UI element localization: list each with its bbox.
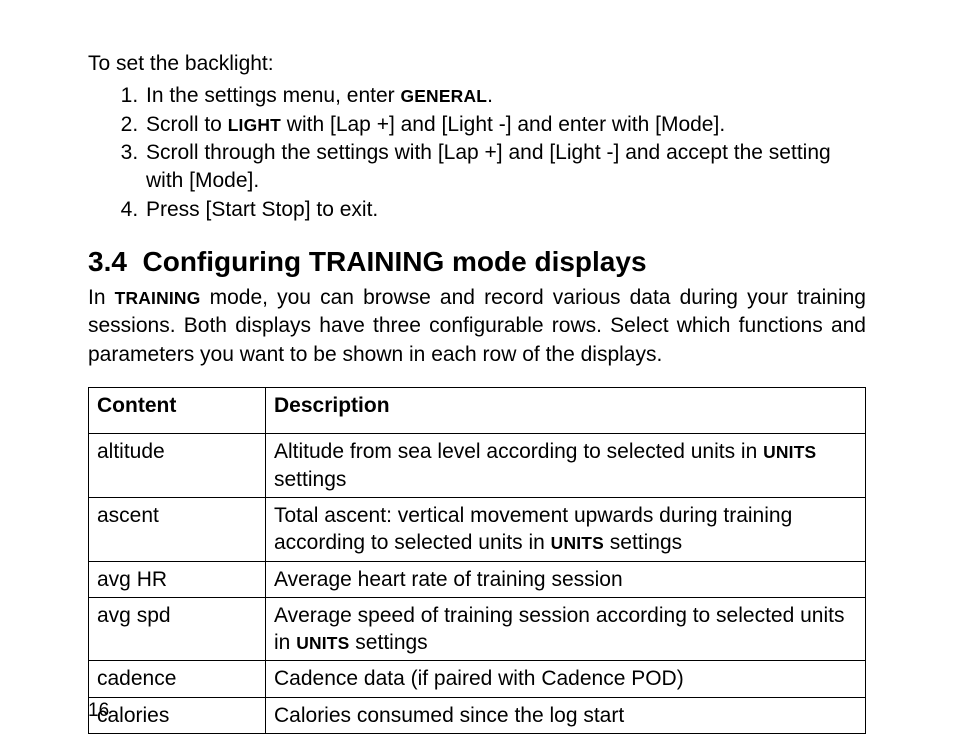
desc-text: Calories consumed since the log start xyxy=(274,704,624,727)
intro-sc: TRAINING xyxy=(115,288,201,308)
cell-content: avg HR xyxy=(89,561,266,597)
section-heading: 3.4 Configuring TRAINING mode displays xyxy=(88,246,866,278)
step-3: Scroll through the settings with [Lap +]… xyxy=(144,139,866,196)
intro-pre: In xyxy=(88,286,115,309)
content-table: Content Description altitude Altitude fr… xyxy=(88,387,866,734)
table-header-row: Content Description xyxy=(89,388,866,434)
cell-content: ascent xyxy=(89,497,266,561)
table-row: altitude Altitude from sea level accordi… xyxy=(89,434,866,498)
intro-post: mode, you can browse and record various … xyxy=(88,286,866,366)
desc-text: Cadence data (if paired with Cadence POD… xyxy=(274,667,684,690)
step-4-pre: Press [Start Stop] to exit. xyxy=(146,198,378,221)
step-1-pre: In the settings menu, enter xyxy=(146,84,400,107)
table-row: cadence Cadence data (if paired with Cad… xyxy=(89,661,866,697)
table-row: ascent Total ascent: vertical movement u… xyxy=(89,497,866,561)
table-body: altitude Altitude from sea level accordi… xyxy=(89,434,866,734)
desc-sc: UNITS xyxy=(551,533,604,553)
desc-sc: UNITS xyxy=(763,442,816,462)
section-title: Configuring TRAINING mode displays xyxy=(143,246,647,277)
desc-text-2: settings xyxy=(604,531,682,554)
step-1: In the settings menu, enter GENERAL. xyxy=(144,82,866,110)
cell-description: Altitude from sea level according to sel… xyxy=(266,434,866,498)
section-number: 3.4 xyxy=(88,246,127,277)
header-content: Content xyxy=(89,388,266,434)
desc-text-2: settings xyxy=(274,468,346,491)
page-number: 16 xyxy=(88,700,109,722)
table-row: avg spd Average speed of training sessio… xyxy=(89,597,866,661)
desc-text-2: settings xyxy=(349,631,427,654)
header-description: Description xyxy=(266,388,866,434)
desc-text: Altitude from sea level according to sel… xyxy=(274,440,763,463)
cell-content: altitude xyxy=(89,434,266,498)
desc-text: Total ascent: vertical movement upwards … xyxy=(274,504,792,554)
cell-content: calories xyxy=(89,697,266,733)
step-2-post: with [Lap +] and [Light -] and enter wit… xyxy=(281,113,725,136)
step-2: Scroll to LIGHT with [Lap +] and [Light … xyxy=(144,111,866,139)
section-intro: In TRAINING mode, you can browse and rec… xyxy=(88,284,866,369)
step-2-sc: LIGHT xyxy=(228,115,281,135)
cell-description: Average speed of training session accord… xyxy=(266,597,866,661)
table-row: avg HR Average heart rate of training se… xyxy=(89,561,866,597)
desc-text: Average heart rate of training session xyxy=(274,568,623,591)
backlight-lead: To set the backlight: xyxy=(88,50,866,78)
table-row: calories Calories consumed since the log… xyxy=(89,697,866,733)
page: To set the backlight: In the settings me… xyxy=(0,0,954,756)
cell-content: cadence xyxy=(89,661,266,697)
step-3-pre: Scroll through the settings with [Lap +]… xyxy=(146,141,831,192)
step-1-sc: GENERAL xyxy=(400,86,487,106)
cell-description: Calories consumed since the log start xyxy=(266,697,866,733)
step-1-post: . xyxy=(487,84,493,107)
cell-description: Total ascent: vertical movement upwards … xyxy=(266,497,866,561)
cell-content: avg spd xyxy=(89,597,266,661)
step-4: Press [Start Stop] to exit. xyxy=(144,196,866,224)
cell-description: Cadence data (if paired with Cadence POD… xyxy=(266,661,866,697)
backlight-steps: In the settings menu, enter GENERAL. Scr… xyxy=(88,82,866,224)
step-2-pre: Scroll to xyxy=(146,113,228,136)
cell-description: Average heart rate of training session xyxy=(266,561,866,597)
desc-sc: UNITS xyxy=(296,633,349,653)
